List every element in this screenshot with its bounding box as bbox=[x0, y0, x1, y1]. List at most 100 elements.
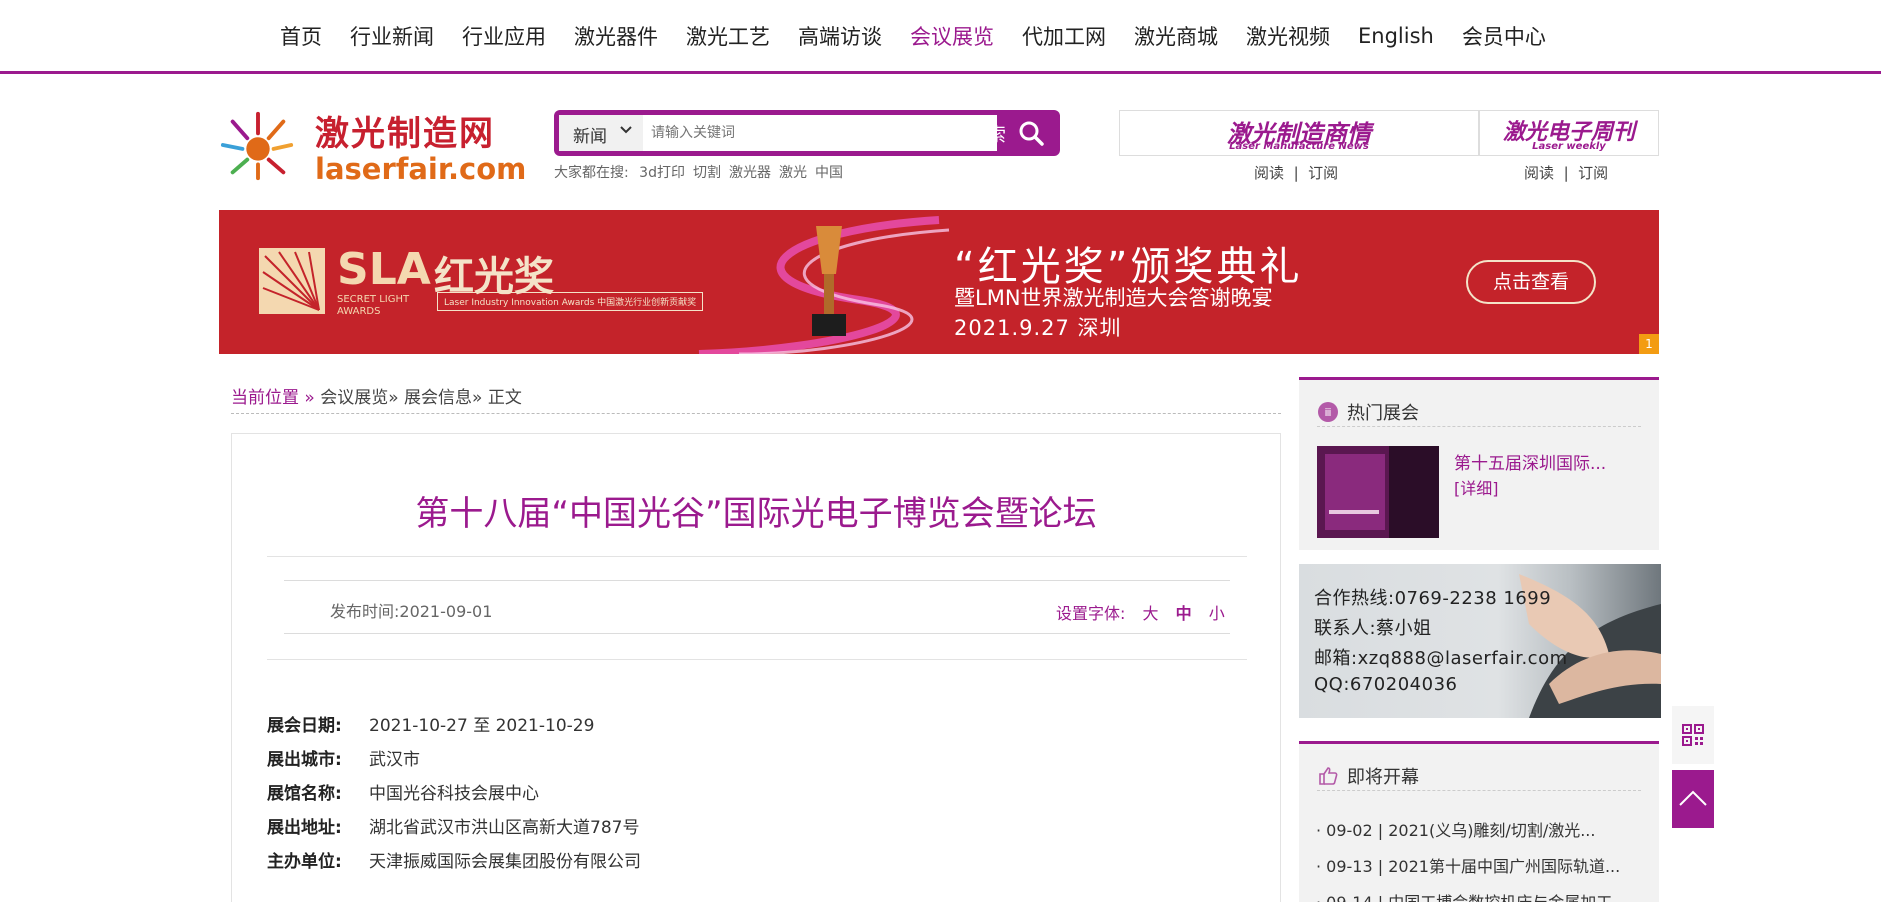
subscribe-link[interactable]: 订阅 bbox=[1308, 164, 1338, 182]
nav-item[interactable]: 激光视频 bbox=[1246, 21, 1330, 51]
logo-sunburst-icon bbox=[220, 111, 294, 181]
search-button[interactable]: 搜索 bbox=[950, 110, 1060, 156]
contact-banner: 合作热线:0769-2238 1699 联系人:蔡小姐 邮箱:xzq888@la… bbox=[1299, 564, 1661, 718]
breadcrumb-link-info[interactable]: 展会信息 bbox=[404, 388, 472, 408]
info-value: 武汉市 bbox=[369, 749, 420, 770]
sla-logo-text: SLA bbox=[337, 244, 431, 295]
hot-exhibitions-title: 热门展会 bbox=[1347, 402, 1419, 424]
info-row: 展出地址: 湖北省武汉市洪山区高新大道787号 bbox=[267, 808, 641, 842]
hot-exhibitions-box: ⅲ 热门展会 第十五届深圳国际... [详细] bbox=[1299, 377, 1659, 550]
font-size-small[interactable]: 小 bbox=[1209, 604, 1225, 623]
magazine-banner-news[interactable]: 激光制造商情 Laser Manufacture News bbox=[1119, 110, 1479, 156]
info-row: 展会日期: 2021-10-27 至 2021-10-29 bbox=[267, 706, 641, 740]
hot-icon: ⅲ bbox=[1318, 401, 1338, 422]
breadcrumb: 当前位置 » 会议展览» 展会信息» 正文 bbox=[231, 383, 1281, 408]
breadcrumb-separator: » bbox=[388, 388, 399, 408]
info-row: 展馆名称: 中国光谷科技会展中心 bbox=[267, 774, 641, 808]
nav-item[interactable]: 行业新闻 bbox=[350, 21, 434, 51]
link-separator: | bbox=[1293, 164, 1299, 182]
hot-exhibition-detail-link[interactable]: [详细] bbox=[1454, 475, 1499, 499]
thumbnail-panel bbox=[1325, 454, 1385, 530]
nav-item[interactable]: 激光器件 bbox=[574, 21, 658, 51]
search-category-value: 新闻 bbox=[573, 127, 607, 147]
info-value: 天津振威国际会展集团股份有限公司 bbox=[369, 851, 641, 872]
site-logo[interactable]: 激光制造网 laserfair.com bbox=[219, 106, 526, 186]
nav-item[interactable]: 激光商城 bbox=[1134, 21, 1218, 51]
hot-search-term[interactable]: 激光 bbox=[779, 165, 807, 181]
banner-page-indicator[interactable]: 1 bbox=[1639, 334, 1659, 354]
nav-list: 首页 行业新闻 行业应用 激光器件 激光工艺 高端访谈 会议展览 代加工网 激光商城 激光视频 En… bbox=[280, 0, 1574, 72]
divider bbox=[267, 556, 1247, 557]
qr-code-icon bbox=[1682, 724, 1704, 746]
font-size-large[interactable]: 大 bbox=[1143, 604, 1159, 623]
thumbs-up-icon bbox=[1319, 766, 1338, 785]
thumbnail-stripe bbox=[1329, 510, 1379, 514]
list-item[interactable]: · 09-02 | 2021(义乌)雕刻/切割/激光... bbox=[1316, 817, 1646, 853]
upcoming-exhibitions-box: 即将开幕 · 09-02 | 2021(义乌)雕刻/切割/激光... · 09-1… bbox=[1299, 741, 1659, 902]
qr-code-button[interactable] bbox=[1672, 706, 1714, 764]
font-size-setting: 设置字体: 大 中 小 bbox=[1056, 600, 1225, 624]
breadcrumb-link-exhibition[interactable]: 会议展览 bbox=[320, 388, 388, 408]
contact-hotline: 合作热线:0769-2238 1699 bbox=[1314, 588, 1552, 609]
banner-subtitle: 暨LMN世界激光制造大会答谢晚宴 bbox=[954, 286, 1273, 310]
svg-text:ⅲ: ⅲ bbox=[1324, 406, 1331, 419]
banner-view-button[interactable]: 点击查看 bbox=[1466, 260, 1596, 304]
nav-item[interactable]: English bbox=[1358, 24, 1434, 48]
divider bbox=[267, 659, 1247, 660]
font-size-label: 设置字体: bbox=[1056, 604, 1126, 623]
back-to-top-button[interactable] bbox=[1672, 770, 1714, 828]
nav-item[interactable]: 首页 bbox=[280, 21, 322, 51]
info-value: 2021-10-27 至 2021-10-29 bbox=[369, 715, 595, 736]
read-link[interactable]: 阅读 bbox=[1254, 164, 1284, 182]
hot-search-term[interactable]: 切割 bbox=[693, 165, 721, 181]
info-key: 展出地址: bbox=[267, 817, 342, 838]
chevron-up-icon bbox=[1679, 790, 1707, 806]
magazine-subtitle: Laser Manufacture News bbox=[1229, 141, 1369, 152]
award-banner[interactable]: SLA SECRET LIGHT AWARDS 红光奖 Laser Indust… bbox=[219, 210, 1659, 354]
hot-exhibition-thumbnail[interactable] bbox=[1317, 446, 1439, 538]
logo-en-text: laserfair.com bbox=[315, 152, 527, 186]
info-key: 展会日期: bbox=[267, 715, 342, 736]
breadcrumb-current-label: 当前位置 bbox=[231, 388, 299, 408]
search-category-select[interactable]: 新闻 bbox=[559, 115, 643, 151]
nav-item[interactable]: 会议展览 bbox=[910, 21, 994, 51]
nav-item[interactable]: 高端访谈 bbox=[798, 21, 882, 51]
subscribe-link[interactable]: 订阅 bbox=[1578, 164, 1608, 182]
search-bar: 新闻 搜索 bbox=[554, 110, 1060, 156]
page-title: 第十八届“中国光谷”国际光电子博览会暨论坛 bbox=[415, 494, 1097, 534]
magazine-subtitle: Laser weekly bbox=[1532, 141, 1606, 152]
breadcrumb-separator: » bbox=[472, 388, 483, 408]
list-item[interactable]: · 09-14 | 中国工博会数控机床与金属加工... bbox=[1316, 889, 1646, 902]
banner-date: 2021.9.27 深圳 bbox=[954, 316, 1122, 340]
info-key: 展馆名称: bbox=[267, 783, 342, 804]
search-icon bbox=[1019, 121, 1044, 146]
hot-exhibition-link[interactable]: 第十五届深圳国际... bbox=[1454, 449, 1606, 474]
info-row: 主办单位: 天津振威国际会展集团股份有限公司 bbox=[267, 842, 641, 876]
divider bbox=[284, 633, 1230, 634]
search-input[interactable] bbox=[643, 115, 997, 151]
publish-date: 发布时间:2021-09-01 bbox=[330, 602, 493, 621]
info-row: 展出城市: 武汉市 bbox=[267, 740, 641, 774]
nav-item[interactable]: 代加工网 bbox=[1022, 21, 1106, 51]
read-link[interactable]: 阅读 bbox=[1524, 164, 1554, 182]
hot-search-term[interactable]: 激光器 bbox=[729, 165, 771, 181]
info-value: 中国光谷科技会展中心 bbox=[369, 783, 539, 804]
link-separator: | bbox=[1563, 164, 1569, 182]
nav-item[interactable]: 行业应用 bbox=[462, 21, 546, 51]
nav-item[interactable]: 会员中心 bbox=[1462, 21, 1546, 51]
nav-item[interactable]: 激光工艺 bbox=[686, 21, 770, 51]
list-item[interactable]: · 09-13 | 2021第十届中国广州国际轨道... bbox=[1316, 853, 1646, 889]
hot-search-term[interactable]: 3d打印 bbox=[639, 165, 685, 181]
upcoming-exhibitions-title: 即将开幕 bbox=[1347, 766, 1419, 788]
upcoming-list: · 09-02 | 2021(义乌)雕刻/切割/激光... · 09-13 | 2… bbox=[1316, 817, 1646, 902]
thumbnail-panel bbox=[1389, 446, 1439, 538]
contact-person: 联系人:蔡小姐 bbox=[1314, 618, 1432, 639]
font-size-medium[interactable]: 中 bbox=[1176, 604, 1192, 623]
breadcrumb-text-body: 正文 bbox=[487, 388, 522, 408]
logo-cn-text: 激光制造网 bbox=[315, 114, 495, 154]
hot-search-term[interactable]: 中国 bbox=[815, 165, 843, 181]
contact-email: 邮箱:xzq888@laserfair.com bbox=[1314, 648, 1568, 669]
upcoming-exhibitions-header: 即将开幕 bbox=[1317, 761, 1641, 791]
search-button-label: 搜索 bbox=[968, 123, 1007, 146]
magazine-banner-weekly[interactable]: 激光电子周刊 Laser weekly bbox=[1479, 110, 1659, 156]
